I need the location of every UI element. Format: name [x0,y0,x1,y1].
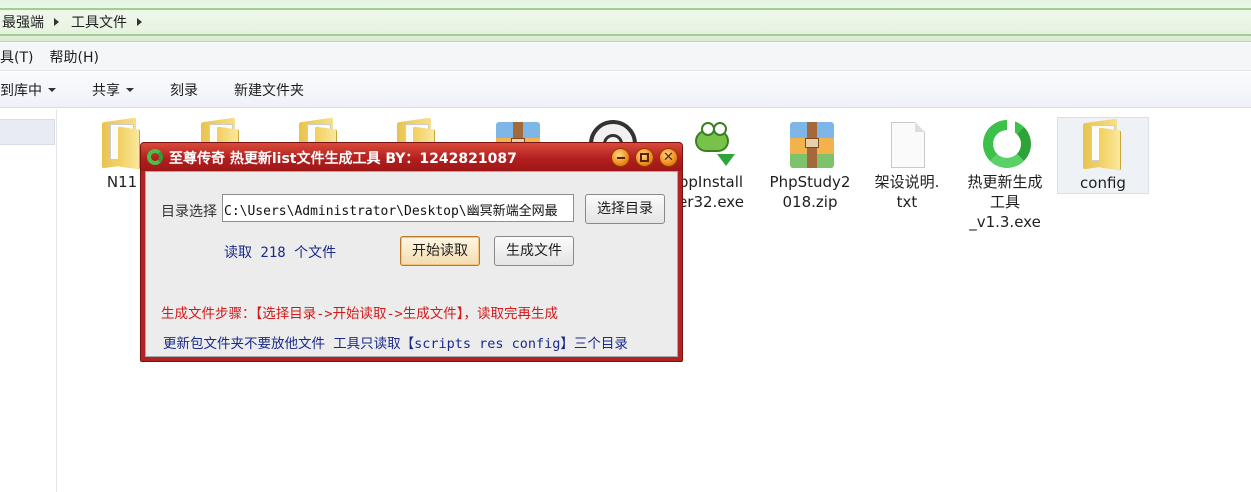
maximize-button[interactable] [635,148,654,167]
dialog-titlebar[interactable]: 至尊传奇 热更新list文件生成工具 BY：1242821087 ✕ [141,143,682,171]
file-item[interactable]: 架设说明. txt [861,118,953,212]
caret-down-icon [126,87,134,92]
list-generator-dialog: 至尊传奇 热更新list文件生成工具 BY：1242821087 ✕ 目录选择 … [140,142,683,362]
file-item-selected[interactable]: config [1057,117,1149,194]
file-name-line: txt [896,193,918,211]
directory-note: 更新包文件夹不要放他文件 工具只读取【scripts res config】三个… [163,336,628,352]
archive-icon [786,118,834,170]
file-name: config [1080,174,1126,192]
breadcrumb-item[interactable]: 最强端 [0,12,48,32]
chevron-right-icon[interactable] [137,18,142,26]
file-name-line: 架设说明. [874,173,940,191]
address-bar-highlight [0,34,1251,36]
file-name-line: 热更新生成 [967,173,1043,191]
file-item[interactable]: 热更新生成 工具 _v1.3.exe [959,118,1051,232]
menu-tools[interactable]: 具(T) [0,47,41,67]
include-in-library-button[interactable]: 到库中 [0,80,74,100]
folder-icon [98,117,146,170]
share-label: 共享 [92,82,120,99]
directory-path-input[interactable]: C:\Users\Administrator\Desktop\幽冥新端全网最 [222,194,574,222]
breadcrumb: 最强端 工具文件 [0,12,152,32]
recycle-icon [981,118,1031,170]
close-icon: ✕ [663,150,674,165]
address-bar-highlight [0,8,1251,10]
caret-down-icon [48,87,56,92]
minimize-icon [617,157,625,159]
file-count-label: 读取 218 个文件 [224,245,337,261]
select-directory-button[interactable]: 选择目录 [585,194,665,224]
dialog-title: 至尊传奇 热更新list文件生成工具 BY：1242821087 [169,151,517,167]
command-toolbar: 到库中 共享 刻录 新建文件夹 [0,72,1251,108]
burn-button[interactable]: 刻录 [152,80,216,100]
generate-file-button[interactable]: 生成文件 [494,236,574,266]
file-item[interactable]: PhpStudy2 018.zip [764,118,856,212]
nav-selected-item[interactable] [0,119,55,145]
menu-help[interactable]: 帮助(H) [41,47,106,67]
start-reading-button[interactable]: 开始读取 [400,236,480,266]
file-name-line: 018.zip [782,193,838,211]
include-in-library-label: 到库中 [0,82,42,99]
address-bar[interactable]: 最强端 工具文件 [0,0,1251,42]
steps-instruction: 生成文件步骤：【选择目录->开始读取->生成文件】，读取完再生成 [161,306,559,322]
directory-label: 目录选择 [161,204,217,220]
chevron-right-icon[interactable] [54,18,59,26]
navigation-pane[interactable] [0,109,57,492]
new-folder-button[interactable]: 新建文件夹 [216,80,322,100]
maximize-icon [640,153,649,162]
text-file-icon [883,118,931,170]
file-name-line: _v1.3.exe [969,213,1041,231]
file-name-line: PhpStudy2 [769,173,851,191]
gecko-installer-icon [687,118,735,170]
breadcrumb-item[interactable]: 工具文件 [69,12,131,32]
dialog-client-area: 目录选择 C:\Users\Administrator\Desktop\幽冥新端… [145,171,678,357]
close-button[interactable]: ✕ [659,148,678,167]
folder-icon [1079,118,1127,171]
menu-bar: 具(T) 帮助(H) [0,43,1251,71]
app-recycle-icon [147,149,163,165]
minimize-button[interactable] [611,148,630,167]
file-name-line: 工具 [989,193,1020,211]
share-button[interactable]: 共享 [74,80,152,100]
